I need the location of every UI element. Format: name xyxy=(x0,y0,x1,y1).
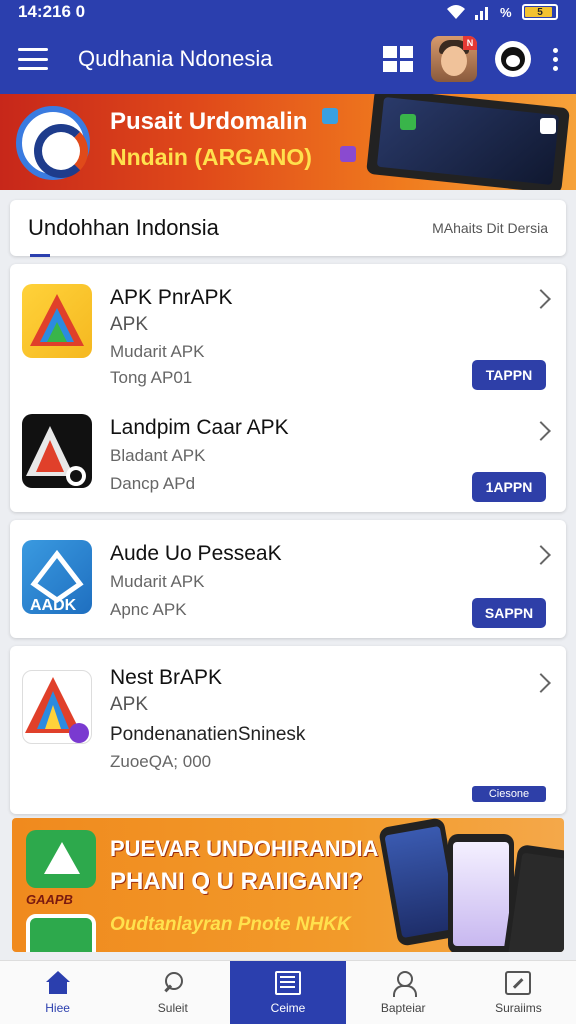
nav-home[interactable]: Hiee xyxy=(0,961,115,1024)
menu-icon[interactable] xyxy=(18,48,48,70)
app-name: Aude Uo PesseaK xyxy=(110,542,282,565)
app-name: APK PnrAPK xyxy=(110,286,233,309)
app-developer: Mudarit APK xyxy=(110,342,205,361)
app-icon xyxy=(22,284,92,358)
install-button[interactable]: SAPPN xyxy=(472,598,546,628)
battery-text: 5 xyxy=(537,6,543,18)
app-card: APK PnrAPK APK Mudarit APK Tong AP01 TAP… xyxy=(10,264,566,512)
promo-app-icon xyxy=(26,914,96,952)
wifi-icon xyxy=(447,5,465,19)
promo-banner[interactable]: GAAPB PUEVAR UNDOHIRANDIA PHANI Q U RAII… xyxy=(12,818,564,952)
list-item[interactable]: APK PnrAPK APK Mudarit APK Tong AP01 TAP… xyxy=(10,264,566,394)
promo-subheadline: PHANI Q U RAIIGANI? xyxy=(110,868,364,895)
nav-profile[interactable]: Bapteiar xyxy=(346,961,461,1024)
home-icon xyxy=(45,970,71,995)
app-icon: AADK xyxy=(22,540,92,614)
data-icon: % xyxy=(500,5,512,20)
status-bar: 14:216 0 % 5 xyxy=(0,0,576,24)
promo-logo-label: GAAPB xyxy=(26,892,73,907)
section-see-all-link[interactable]: MAhaits Dit Dersia xyxy=(432,220,548,236)
nav-list-label: Ceime xyxy=(270,1000,306,1015)
grid-icon[interactable] xyxy=(383,46,413,72)
banner-logo-icon xyxy=(16,106,90,180)
install-button[interactable]: TAPPN xyxy=(472,360,546,390)
status-icons: % 5 xyxy=(446,4,558,20)
profile-icon[interactable] xyxy=(495,41,531,77)
search-icon xyxy=(160,971,186,995)
nav-edit[interactable]: Suraiims xyxy=(461,961,576,1024)
chevron-right-icon[interactable] xyxy=(531,545,551,565)
app-developer: Bladant APK xyxy=(110,446,206,465)
svg-text:%: % xyxy=(500,5,512,20)
nav-home-label: Hiee xyxy=(45,1000,70,1015)
app-developer: Mudarit APK xyxy=(110,572,205,591)
app-bubble-icon xyxy=(540,118,556,134)
promo-headline: PUEVAR UNDOHIRANDIA xyxy=(110,836,379,861)
nav-profile-label: Bapteiar xyxy=(380,1000,426,1015)
status-time: 14:216 0 xyxy=(18,2,86,21)
bottom-nav: Hiee Suleit Ceime Bapteiar Suraiims xyxy=(0,960,576,1024)
app-icon xyxy=(22,670,92,744)
list-item[interactable]: Landpim Caar APK Bladant APK Dancp APd 1… xyxy=(10,394,566,512)
top-banner[interactable]: Pusait Urdomalin Nndain (ARGANO) xyxy=(0,94,576,190)
more-options-icon[interactable] xyxy=(553,47,558,71)
app-bubble-icon xyxy=(322,108,338,124)
list-item[interactable]: Nest BrAPK APK PondenanatienSninesk Zuoe… xyxy=(10,646,566,814)
section-underline xyxy=(30,254,50,257)
install-button[interactable]: Ciesone xyxy=(472,786,546,802)
promo-logo-icon xyxy=(26,830,96,888)
svg-text:AADK: AADK xyxy=(30,597,77,614)
chevron-right-icon[interactable] xyxy=(531,421,551,441)
app-developer: PondenanatienSninesk xyxy=(110,724,306,745)
app-bubble-icon xyxy=(400,114,416,130)
nav-list[interactable]: Ceime xyxy=(230,961,346,1024)
section-header: Undohhan Indonsia MAhaits Dit Dersia xyxy=(10,200,566,256)
avatar[interactable]: N xyxy=(431,36,477,82)
app-name: Nest BrAPK xyxy=(110,666,223,689)
signal-icon xyxy=(475,7,488,20)
app-title: Qudhania Ndonesia xyxy=(78,46,273,71)
list-icon xyxy=(275,970,301,995)
app-card: AADK Aude Uo PesseaK Mudarit APK Apnc AP… xyxy=(10,520,566,638)
chevron-right-icon[interactable] xyxy=(531,673,551,693)
app-size: ZuoeQA; 000 xyxy=(110,752,212,771)
nav-search-label: Suleit xyxy=(157,1000,188,1015)
tablet-illustration xyxy=(366,94,570,190)
app-size: Dancp APd xyxy=(110,474,196,493)
app-name: Landpim Caar APK xyxy=(110,416,289,439)
app-category: APK xyxy=(110,694,149,715)
user-icon xyxy=(390,970,418,997)
nav-search[interactable]: Suleit xyxy=(115,961,230,1024)
install-button[interactable]: 1APPN xyxy=(472,472,546,502)
promo-tagline: Oudtanlayran Pnote NHKK xyxy=(110,914,351,935)
section-title: Undohhan Indonsia xyxy=(28,215,219,240)
list-item[interactable]: AADK Aude Uo PesseaK Mudarit APK Apnc AP… xyxy=(10,520,566,638)
nav-edit-label: Suraiims xyxy=(495,1000,542,1015)
avatar-badge: N xyxy=(463,36,477,50)
phone-illustration xyxy=(448,834,514,952)
app-icon xyxy=(22,414,92,488)
app-bubble-icon xyxy=(340,146,356,162)
app-size: Apnc APK xyxy=(110,600,187,619)
banner-headline: Pusait Urdomalin xyxy=(110,108,308,135)
app-card: Nest BrAPK APK PondenanatienSninesk Zuoe… xyxy=(10,646,566,814)
chevron-right-icon[interactable] xyxy=(531,289,551,309)
app-bar: Qudhania Ndonesia N xyxy=(0,24,576,94)
edit-icon xyxy=(505,970,532,995)
app-category: APK xyxy=(110,314,149,335)
app-size: Tong AP01 xyxy=(110,368,193,387)
battery-icon: 5 xyxy=(522,4,558,20)
banner-subheadline: Nndain (ARGANO) xyxy=(110,144,312,170)
